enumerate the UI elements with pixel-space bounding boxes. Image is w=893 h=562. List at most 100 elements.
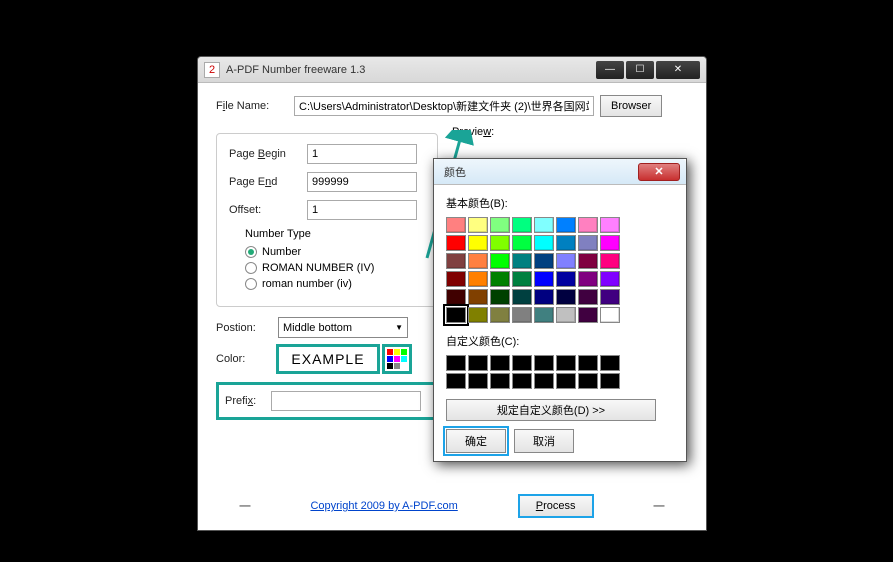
- custom-colors-label: 自定义颜色(C):: [446, 333, 674, 349]
- basic-color-grid: [446, 217, 674, 323]
- color-swatch[interactable]: [512, 289, 532, 305]
- custom-swatch[interactable]: [468, 355, 488, 371]
- custom-swatch[interactable]: [468, 373, 488, 389]
- color-dialog-body: 基本颜色(B): 自定义颜色(C): 规定自定义颜色(D) >> 确定 取消: [434, 185, 686, 461]
- color-swatch[interactable]: [512, 235, 532, 251]
- color-swatch[interactable]: [578, 307, 598, 323]
- color-swatch[interactable]: [600, 307, 620, 323]
- custom-swatch[interactable]: [490, 373, 510, 389]
- cancel-button[interactable]: 取消: [514, 429, 574, 453]
- custom-swatch[interactable]: [600, 355, 620, 371]
- custom-swatch[interactable]: [578, 373, 598, 389]
- color-swatch[interactable]: [490, 271, 510, 287]
- color-swatch[interactable]: [534, 307, 554, 323]
- custom-swatch[interactable]: [556, 355, 576, 371]
- copyright-link[interactable]: Copyright 2009 by A-PDF.com: [310, 500, 457, 512]
- titlebar: 2 A-PDF Number freeware 1.3 — ☐ ✕: [198, 57, 706, 83]
- color-swatch[interactable]: [556, 217, 576, 233]
- prefix-input[interactable]: [271, 391, 421, 411]
- color-swatch[interactable]: [512, 271, 532, 287]
- color-picker-button[interactable]: [384, 346, 410, 372]
- color-swatch[interactable]: [578, 235, 598, 251]
- custom-swatch[interactable]: [578, 355, 598, 371]
- custom-swatch[interactable]: [446, 373, 466, 389]
- color-swatch[interactable]: [468, 217, 488, 233]
- define-custom-button[interactable]: 规定自定义颜色(D) >>: [446, 399, 656, 421]
- color-swatch[interactable]: [556, 235, 576, 251]
- custom-swatch[interactable]: [600, 373, 620, 389]
- color-swatch[interactable]: [534, 235, 554, 251]
- minimize-button[interactable]: —: [596, 61, 624, 79]
- color-swatch[interactable]: [578, 253, 598, 269]
- custom-swatch[interactable]: [556, 373, 576, 389]
- color-swatch[interactable]: [534, 253, 554, 269]
- color-swatch[interactable]: [468, 253, 488, 269]
- color-swatch[interactable]: [446, 253, 466, 269]
- custom-swatch[interactable]: [534, 373, 554, 389]
- color-swatch[interactable]: [556, 289, 576, 305]
- color-swatch[interactable]: [490, 217, 510, 233]
- color-dialog-close-button[interactable]: ✕: [638, 163, 680, 181]
- color-example: EXAMPLE: [278, 346, 378, 372]
- page-begin-input[interactable]: [307, 144, 417, 164]
- color-swatch[interactable]: [556, 307, 576, 323]
- color-swatch[interactable]: [556, 271, 576, 287]
- color-swatch[interactable]: [512, 307, 532, 323]
- settings-panel: Page Begin Page End Offset: Number Type …: [216, 133, 438, 307]
- color-swatch[interactable]: [600, 253, 620, 269]
- radio-number[interactable]: Number: [245, 246, 425, 258]
- color-swatch[interactable]: [512, 217, 532, 233]
- radio-icon: [245, 278, 257, 290]
- file-name-input[interactable]: [294, 96, 594, 116]
- radio-roman-lower-label: roman number (iv): [262, 278, 352, 290]
- color-swatch[interactable]: [446, 271, 466, 287]
- custom-color-grid: [446, 355, 674, 389]
- page-end-input[interactable]: [307, 172, 417, 192]
- maximize-button[interactable]: ☐: [626, 61, 654, 79]
- color-swatch[interactable]: [446, 217, 466, 233]
- custom-swatch[interactable]: [446, 355, 466, 371]
- file-row: File Name: Browser: [216, 95, 688, 117]
- color-swatch[interactable]: [556, 253, 576, 269]
- color-swatch[interactable]: [468, 235, 488, 251]
- color-swatch[interactable]: [468, 307, 488, 323]
- color-swatch[interactable]: [490, 253, 510, 269]
- color-swatch[interactable]: [490, 235, 510, 251]
- position-select[interactable]: Middle bottom ▼: [278, 317, 408, 338]
- color-swatch[interactable]: [490, 307, 510, 323]
- color-swatch[interactable]: [600, 289, 620, 305]
- ok-button[interactable]: 确定: [446, 429, 506, 453]
- color-swatch[interactable]: [490, 289, 510, 305]
- color-swatch[interactable]: [468, 289, 488, 305]
- page-end-label: Page End: [229, 176, 307, 188]
- color-swatch[interactable]: [578, 217, 598, 233]
- custom-swatch[interactable]: [512, 373, 532, 389]
- chevron-down-icon: ▼: [395, 323, 403, 332]
- color-swatch[interactable]: [578, 271, 598, 287]
- color-swatch[interactable]: [600, 217, 620, 233]
- color-swatch[interactable]: [534, 217, 554, 233]
- custom-swatch[interactable]: [512, 355, 532, 371]
- color-swatch[interactable]: [600, 271, 620, 287]
- custom-swatch[interactable]: [534, 355, 554, 371]
- radio-roman-upper[interactable]: ROMAN NUMBER (IV): [245, 262, 425, 274]
- color-swatch[interactable]: [446, 235, 466, 251]
- footer-dash-left: —: [239, 500, 250, 512]
- browser-button[interactable]: Browser: [600, 95, 662, 117]
- color-swatch[interactable]: [446, 307, 466, 323]
- process-button[interactable]: Process: [518, 494, 594, 518]
- close-button[interactable]: ✕: [656, 61, 700, 79]
- color-swatch[interactable]: [468, 271, 488, 287]
- color-swatch[interactable]: [600, 235, 620, 251]
- color-swatch[interactable]: [512, 253, 532, 269]
- radio-roman-lower[interactable]: roman number (iv): [245, 278, 425, 290]
- position-label: Postion:: [216, 322, 278, 334]
- color-swatch[interactable]: [534, 289, 554, 305]
- footer: — Copyright 2009 by A-PDF.com Process —: [198, 494, 706, 518]
- color-swatch[interactable]: [534, 271, 554, 287]
- offset-input[interactable]: [307, 200, 417, 220]
- custom-swatch[interactable]: [490, 355, 510, 371]
- color-label: Color:: [216, 353, 278, 365]
- color-swatch[interactable]: [446, 289, 466, 305]
- color-swatch[interactable]: [578, 289, 598, 305]
